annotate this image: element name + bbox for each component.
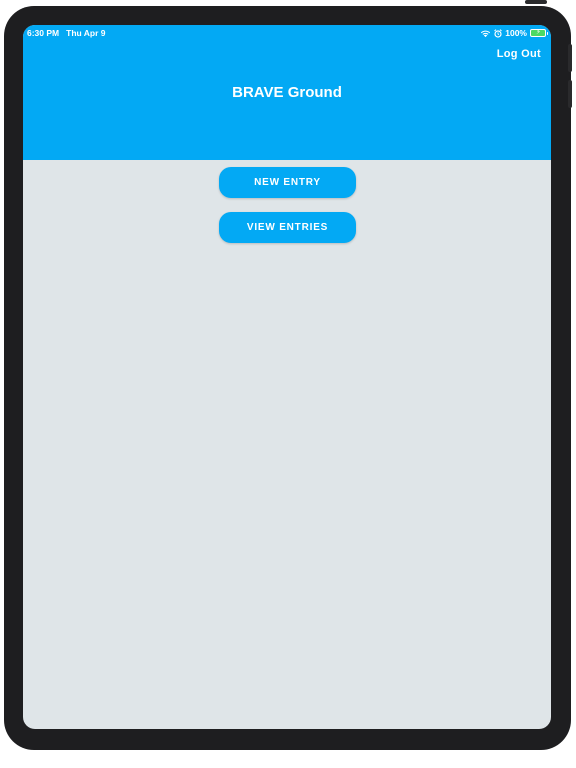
view-entries-button[interactable]: VIEW ENTRIES [219,212,356,243]
status-date: Thu Apr 9 [66,28,106,38]
status-bar-left: 6:30 PM Thu Apr 9 [27,28,105,38]
logout-button[interactable]: Log Out [497,48,541,60]
app-header: 6:30 PM Thu Apr 9 100% ⚡ Log Out BRAVE G… [23,25,551,160]
charging-bolt-icon: ⚡ [536,29,541,36]
app-screen: 6:30 PM Thu Apr 9 100% ⚡ Log Out BRAVE G… [23,25,551,729]
battery-percent: 100% [505,28,527,38]
volume-down-button [568,80,572,108]
wifi-icon [481,30,491,37]
status-bar: 6:30 PM Thu Apr 9 100% ⚡ [23,25,551,41]
power-button [525,0,547,4]
volume-up-button [568,44,572,72]
status-bar-right: 100% ⚡ [480,28,548,38]
alarm-icon [494,28,503,38]
battery-icon: ⚡ [530,29,548,37]
status-time: 6:30 PM [27,28,60,38]
new-entry-button[interactable]: NEW ENTRY [219,167,356,198]
page-title: BRAVE Ground [232,84,342,101]
